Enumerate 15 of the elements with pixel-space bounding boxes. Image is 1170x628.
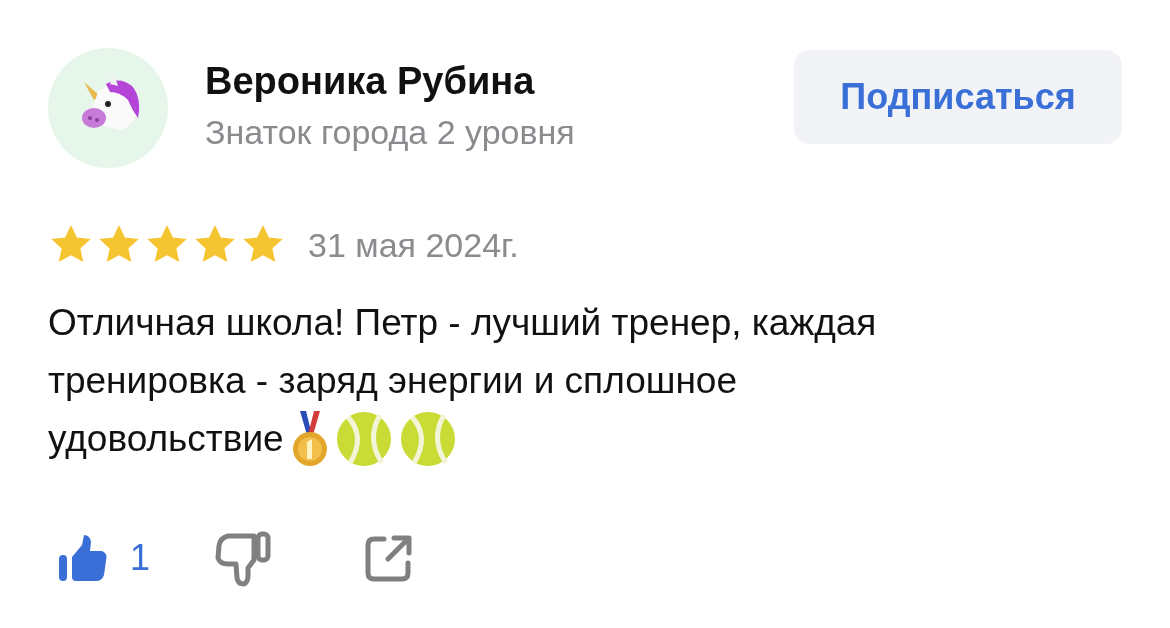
medal-icon	[291, 411, 328, 467]
tennis-ball-icon	[399, 411, 456, 467]
thumbs-up-icon	[58, 533, 108, 583]
review-date: 31 мая 2024г.	[308, 225, 519, 265]
like-count: 1	[130, 537, 151, 579]
share-icon	[364, 533, 415, 583]
author-status: Знаток города 2 уровня	[205, 113, 576, 152]
subscribe-button[interactable]: Подписаться	[794, 50, 1122, 144]
review-text-line: удовольствие	[48, 417, 284, 461]
review-text-line: Отличная школа! Петр - лучший тренер, каждая	[48, 301, 877, 345]
review-text-line: тренировка - заряд энергии и сплошное	[48, 359, 737, 403]
like-button[interactable]: 1	[58, 533, 151, 583]
author-name: Вероника Рубина	[205, 60, 536, 103]
share-button[interactable]	[364, 533, 415, 583]
tennis-ball-icon	[335, 411, 392, 467]
